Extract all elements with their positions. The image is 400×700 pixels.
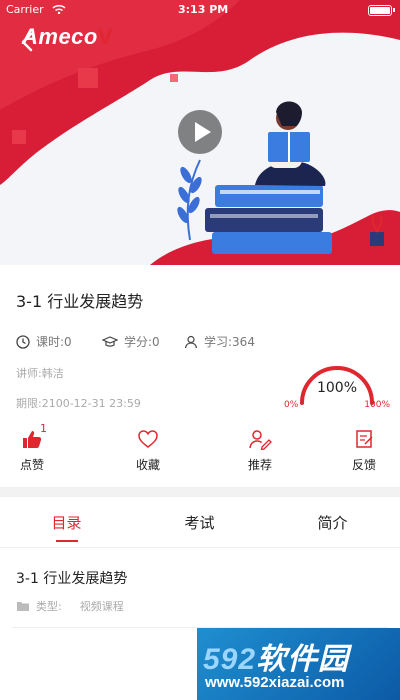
recommend-button[interactable]: 推荐	[230, 428, 290, 473]
progress-percent: 100%	[316, 380, 358, 396]
person-icon	[184, 335, 198, 348]
carrier-label: Carrier	[6, 3, 44, 16]
recommend-user-icon	[249, 430, 272, 450]
catalog-item-type: 类型: 视频课程	[16, 598, 124, 614]
play-icon	[195, 122, 211, 142]
feedback-button[interactable]: 反馈	[334, 428, 394, 473]
site-watermark: 592软件园 www.592xiazai.com	[197, 628, 400, 700]
progress-gauge: 100% 0% 100%	[282, 358, 392, 418]
catalog-item-type-value: 视频课程	[79, 600, 124, 613]
progress-min-label: 0%	[284, 400, 299, 410]
like-label: 点赞	[19, 458, 44, 472]
catalog-item-type-label: 类型:	[36, 600, 62, 613]
folder-icon	[17, 602, 29, 611]
heart-icon	[138, 430, 158, 448]
section-divider	[0, 487, 400, 497]
watermark-brand: 592软件园	[203, 634, 349, 678]
like-button[interactable]: 1 点赞	[2, 422, 62, 473]
course-hours-text: 课时:0	[36, 335, 72, 349]
battery-icon	[368, 5, 395, 16]
lecturer: 讲师:韩洁	[16, 367, 64, 380]
watermark-text: 软件园	[256, 643, 350, 676]
wifi-icon	[52, 5, 66, 14]
progress-max-label: 100%	[364, 400, 390, 410]
tab-catalog[interactable]: 目录	[0, 512, 133, 533]
catalog-item-title[interactable]: 3-1 行业发展趋势	[16, 568, 127, 588]
play-button[interactable]	[178, 110, 222, 154]
favorite-label: 收藏	[135, 458, 160, 472]
feedback-label: 反馈	[351, 458, 376, 472]
watermark-url: www.592xiazai.com	[205, 674, 345, 691]
status-time: 3:13 PM	[178, 3, 229, 16]
feedback-edit-icon	[356, 430, 373, 448]
course-credits-text: 学分:0	[124, 335, 160, 349]
tab-bar-border	[0, 547, 400, 548]
active-tab-indicator	[56, 540, 78, 542]
favorite-button[interactable]: 收藏	[118, 428, 178, 473]
status-bar: Carrier 3:13 PM	[0, 0, 400, 20]
recommend-label: 推荐	[247, 458, 272, 472]
course-credits: 学分:0	[102, 333, 160, 350]
like-count-badge: 1	[40, 422, 47, 435]
graduation-cap-icon	[102, 335, 118, 347]
back-arrow-icon[interactable]	[14, 28, 42, 56]
course-title: 3-1 行业发展趋势	[16, 292, 144, 311]
course-banner: Carrier 3:13 PM AmecoV	[0, 0, 400, 265]
clock-icon	[16, 334, 30, 349]
course-hours: 课时:0	[16, 333, 72, 350]
tab-intro[interactable]: 简介	[266, 512, 399, 533]
course-learners: 学习:364	[184, 333, 255, 350]
watermark-number: 592	[203, 643, 257, 676]
course-learners-text: 学习:364	[204, 335, 255, 349]
course-period: 期限:2100-12-31 23:59	[16, 397, 141, 410]
logo-mark: V	[97, 24, 114, 49]
tab-exam[interactable]: 考试	[133, 512, 266, 533]
